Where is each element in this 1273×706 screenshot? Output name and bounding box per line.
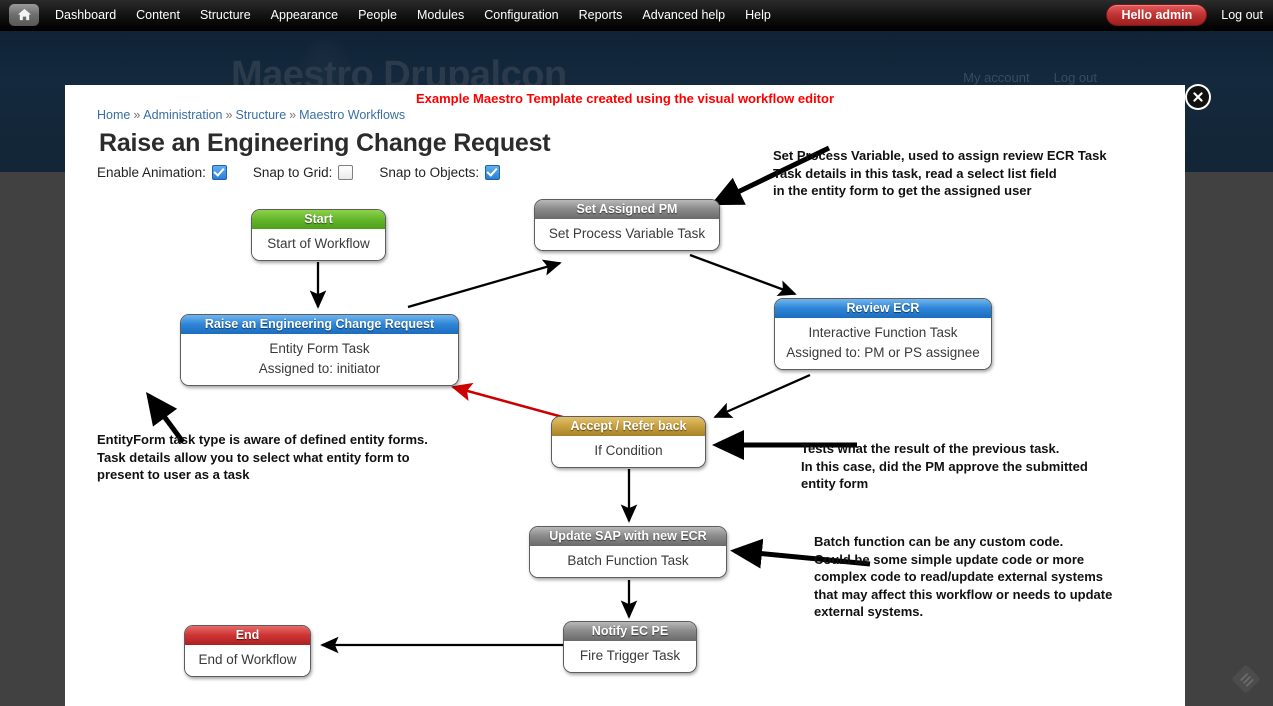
home-icon[interactable] xyxy=(9,4,39,26)
node-raise-ecr[interactable]: Raise an Engineering Change Request Enti… xyxy=(180,314,459,386)
close-icon-glyph xyxy=(1193,92,1203,102)
node-raise-ecr-body: Entity Form Task Assigned to: initiator xyxy=(181,334,458,385)
workflow-canvas[interactable]: Start Start of Workflow Set Assigned PM … xyxy=(65,85,1185,706)
node-raise-ecr-title: Raise an Engineering Change Request xyxy=(181,315,458,334)
node-end-title: End xyxy=(185,626,310,645)
annotation-entityform-task-type: EntityForm task type is aware of defined… xyxy=(97,432,428,482)
node-set-assigned-pm-line-1: Set Process Variable Task xyxy=(535,219,719,250)
node-review-ecr-line-1: Interactive Function Task xyxy=(808,325,958,340)
toolbar-item-people[interactable]: People xyxy=(348,0,407,30)
node-notify-ec-pe-title: Notify EC PE xyxy=(564,622,696,641)
node-set-assigned-pm[interactable]: Set Assigned PM Set Process Variable Tas… xyxy=(534,199,720,251)
toolbar-item-content[interactable]: Content xyxy=(126,0,190,30)
node-notify-ec-pe-line-1: Fire Trigger Task xyxy=(564,641,696,672)
edge-raise-ecr-to-set-pm xyxy=(407,259,562,309)
toolbar-item-modules[interactable]: Modules xyxy=(407,0,474,30)
node-notify-ec-pe[interactable]: Notify EC PE Fire Trigger Task xyxy=(563,621,697,673)
toolbar-item-dashboard[interactable]: Dashboard xyxy=(45,0,126,30)
node-accept-refer-back[interactable]: Accept / Refer back If Condition xyxy=(551,416,706,468)
close-icon[interactable] xyxy=(1187,86,1209,108)
header-user-links: My account Log out xyxy=(963,70,1097,85)
node-end[interactable]: End End of Workflow xyxy=(184,625,311,677)
edge-review-ecr-to-accept xyxy=(713,373,811,419)
node-review-ecr-body: Interactive Function Task Assigned to: P… xyxy=(775,318,991,369)
resize-grip-icon[interactable] xyxy=(1227,660,1265,698)
node-review-ecr-line-2: Assigned to: PM or PS assignee xyxy=(786,345,980,360)
node-accept-refer-back-title: Accept / Refer back xyxy=(552,417,705,436)
node-update-sap-title: Update SAP with new ECR xyxy=(530,527,726,546)
header-my-account-link[interactable]: My account xyxy=(963,70,1029,85)
annotation-set-process-variable: Set Process Variable, used to assign rev… xyxy=(773,148,1107,198)
toolbar-item-structure[interactable]: Structure xyxy=(190,0,261,30)
header-logout-link[interactable]: Log out xyxy=(1054,70,1097,85)
toolbar-item-reports[interactable]: Reports xyxy=(569,0,633,30)
toolbar-item-advanced-help[interactable]: Advanced help xyxy=(632,0,735,30)
toolbar-item-help[interactable]: Help xyxy=(735,0,781,30)
node-update-sap[interactable]: Update SAP with new ECR Batch Function T… xyxy=(529,526,727,578)
node-set-assigned-pm-title: Set Assigned PM xyxy=(535,200,719,219)
node-update-sap-line-1: Batch Function Task xyxy=(530,546,726,577)
node-accept-refer-back-line-1: If Condition xyxy=(552,436,705,467)
annotation-tests-previous-result: Tests what the result of the previous ta… xyxy=(801,441,1088,491)
node-start-line-1: Start of Workflow xyxy=(252,229,385,260)
node-review-ecr-title: Review ECR xyxy=(775,299,991,318)
home-icon-glyph xyxy=(17,8,31,21)
workflow-editor-modal: Example Maestro Template created using t… xyxy=(65,85,1185,706)
edge-set-pm-to-review-ecr xyxy=(689,253,797,296)
node-review-ecr[interactable]: Review ECR Interactive Function Task Ass… xyxy=(774,298,992,370)
toolbar-item-appearance[interactable]: Appearance xyxy=(261,0,348,30)
toolbar-right-group: Hello admin Log out xyxy=(1106,0,1263,30)
toolbar-logout-link[interactable]: Log out xyxy=(1221,8,1263,22)
node-start-title: Start xyxy=(252,210,385,229)
node-raise-ecr-line-2: Assigned to: initiator xyxy=(258,361,381,376)
toolbar-item-configuration[interactable]: Configuration xyxy=(474,0,568,30)
annotation-batch-function: Batch function can be any custom code. C… xyxy=(814,534,1113,619)
node-end-line-1: End of Workflow xyxy=(185,645,310,676)
hello-admin-badge[interactable]: Hello admin xyxy=(1106,4,1208,26)
node-start[interactable]: Start Start of Workflow xyxy=(251,209,386,261)
node-raise-ecr-line-1: Entity Form Task xyxy=(269,341,370,356)
admin-toolbar: Dashboard Content Structure Appearance P… xyxy=(0,0,1273,31)
